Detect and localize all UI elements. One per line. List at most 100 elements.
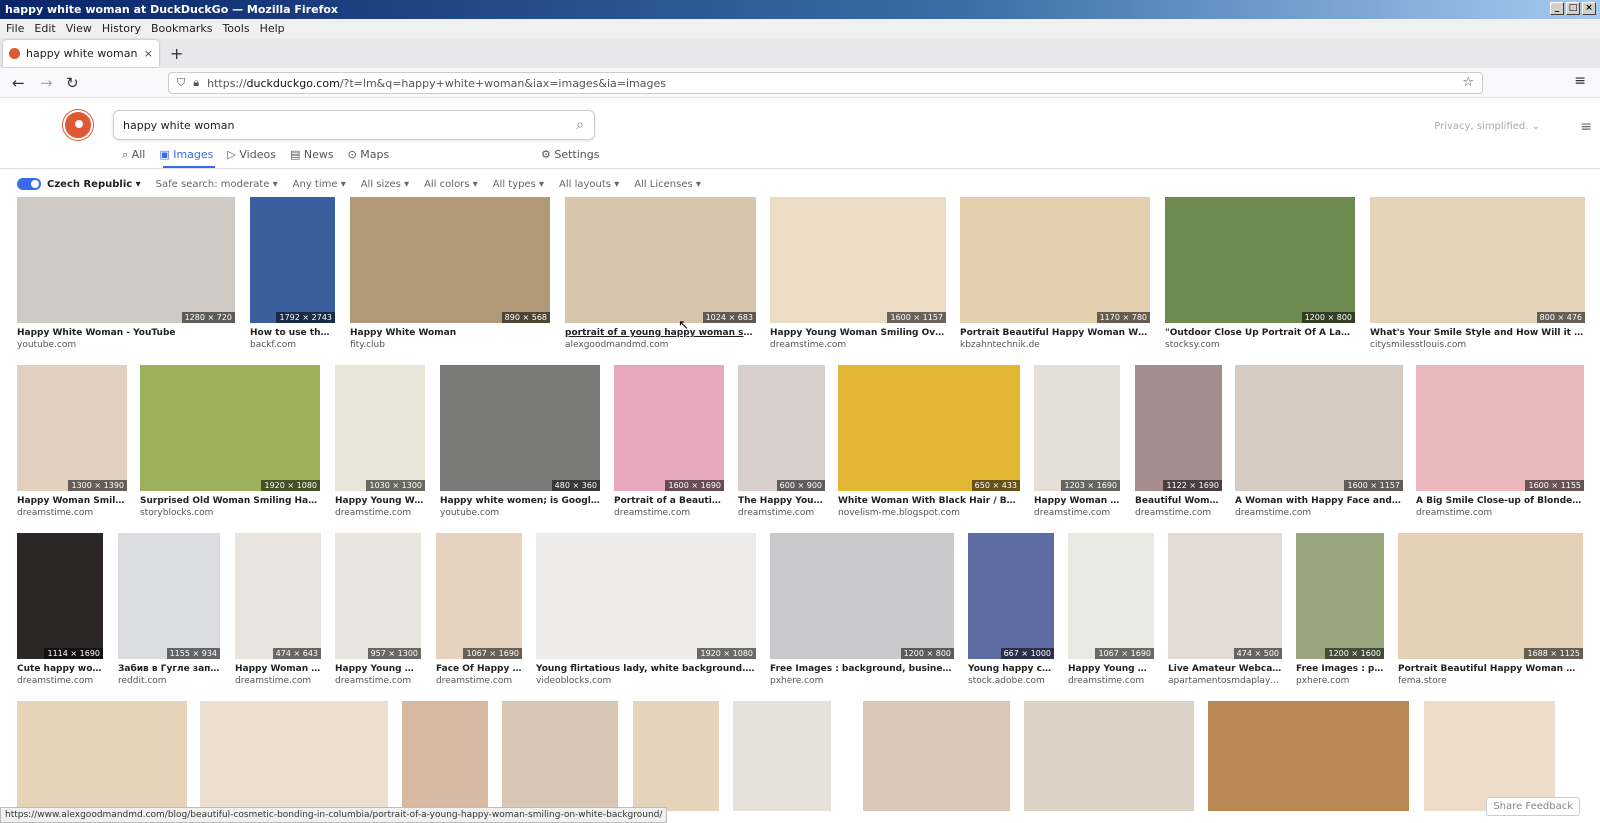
- result-thumbnail[interactable]: 1203 × 1690: [1034, 365, 1120, 491]
- image-result[interactable]: 650 × 433 White Woman With Black Hair / B…: [838, 365, 1020, 518]
- image-result[interactable]: 1067 × 1690 Face Of Happy Wo... dreamstime…: [436, 533, 522, 686]
- result-thumbnail[interactable]: 1200 × 800: [770, 533, 954, 659]
- result-source[interactable]: reddit.com: [118, 676, 220, 686]
- result-source[interactable]: apartamentosmdaplayadel...: [1168, 676, 1282, 686]
- shield-icon[interactable]: ⛉: [177, 76, 185, 90]
- image-result[interactable]: [17, 701, 187, 811]
- image-result[interactable]: 1300 × 1390 Happy Woman Smiling ... dreams…: [17, 365, 127, 518]
- result-title[interactable]: Happy Young Wo...: [335, 664, 421, 674]
- filter-layout[interactable]: All layouts ▾: [559, 179, 619, 190]
- result-thumbnail[interactable]: 1600 × 1690: [614, 365, 724, 491]
- filter-size[interactable]: All sizes ▾: [361, 179, 409, 190]
- image-result[interactable]: [1208, 701, 1409, 811]
- result-thumbnail[interactable]: 1200 × 800: [1165, 197, 1355, 323]
- url-bar[interactable]: ⛉ 🔒︎ https://duckduckgo.com/?t=lm&q=happ…: [168, 72, 1483, 94]
- duckduckgo-logo[interactable]: [63, 110, 93, 140]
- image-result[interactable]: 890 × 568 Happy White Woman fity.club: [350, 197, 550, 350]
- close-tab-icon[interactable]: ×: [144, 47, 153, 60]
- result-source[interactable]: novelism-me.blogspot.com: [838, 508, 1020, 518]
- back-arrow-icon[interactable]: ←: [12, 74, 25, 92]
- result-title[interactable]: White Woman With Black Hair / Best Clot.…: [838, 496, 1020, 506]
- menu-file[interactable]: File: [6, 22, 24, 35]
- result-source[interactable]: dreamstime.com: [770, 340, 946, 350]
- filter-time[interactable]: Any time ▾: [293, 179, 346, 190]
- region-toggle[interactable]: Czech Republic ▾: [17, 178, 141, 190]
- result-source[interactable]: storyblocks.com: [140, 508, 320, 518]
- result-thumbnail[interactable]: 480 × 360: [440, 365, 600, 491]
- result-thumbnail[interactable]: 1067 × 1690: [436, 533, 522, 659]
- result-source[interactable]: fema.store: [1398, 676, 1583, 686]
- image-result[interactable]: 1600 × 1155 A Big Smile Close-up of Blond…: [1416, 365, 1584, 518]
- result-thumbnail[interactable]: [863, 701, 1010, 811]
- image-result[interactable]: 1030 × 1300 Happy Young Wom... dreamstime.…: [335, 365, 425, 518]
- result-source[interactable]: dreamstime.com: [17, 508, 127, 518]
- maximize-button[interactable]: □: [1566, 2, 1580, 15]
- result-source[interactable]: dreamstime.com: [738, 508, 825, 518]
- result-title[interactable]: Забив в Гугле запро...: [118, 664, 220, 674]
- image-result[interactable]: 1203 × 1690 Happy Woman Por... dreamstime.…: [1034, 365, 1120, 518]
- result-source[interactable]: dreamstime.com: [436, 676, 522, 686]
- result-title[interactable]: Portrait of a Beautiful Yo...: [614, 496, 724, 506]
- menu-view[interactable]: View: [66, 22, 92, 35]
- result-title[interactable]: Face Of Happy Wo...: [436, 664, 522, 674]
- result-title[interactable]: Happy White Woman - YouTube: [17, 328, 235, 338]
- result-title[interactable]: Young happy coup...: [968, 664, 1054, 674]
- image-result[interactable]: [633, 701, 719, 811]
- image-result[interactable]: [863, 701, 1010, 811]
- result-title[interactable]: How to use the ST...: [250, 328, 335, 338]
- result-thumbnail[interactable]: 1067 × 1690: [1068, 533, 1154, 659]
- result-source[interactable]: kbzahntechnik.de: [960, 340, 1150, 350]
- result-title[interactable]: Beautiful Women ...: [1135, 496, 1222, 506]
- result-thumbnail[interactable]: 1920 × 1080: [536, 533, 756, 659]
- result-title[interactable]: Happy White Woman: [350, 328, 550, 338]
- menu-history[interactable]: History: [102, 22, 141, 35]
- image-result[interactable]: [502, 701, 618, 811]
- close-window-button[interactable]: ×: [1582, 2, 1596, 15]
- result-thumbnail[interactable]: [1024, 701, 1194, 811]
- result-source[interactable]: dreamstime.com: [1235, 508, 1403, 518]
- image-result[interactable]: 1688 × 1125 Portrait Beautiful Happy Woma…: [1398, 533, 1583, 686]
- image-result[interactable]: 1600 × 1690 Portrait of a Beautiful Yo...…: [614, 365, 724, 518]
- result-thumbnail[interactable]: 1155 × 934: [118, 533, 220, 659]
- result-thumbnail[interactable]: 600 × 900: [738, 365, 825, 491]
- result-thumbnail[interactable]: [402, 701, 488, 811]
- result-thumbnail[interactable]: 1600 × 1157: [770, 197, 946, 323]
- result-source[interactable]: videoblocks.com: [536, 676, 756, 686]
- result-source[interactable]: dreamstime.com: [1416, 508, 1584, 518]
- tab-all[interactable]: ⌕ All: [122, 148, 145, 162]
- result-source[interactable]: fity.club: [350, 340, 550, 350]
- image-result[interactable]: [1424, 701, 1555, 811]
- result-thumbnail[interactable]: 890 × 568: [350, 197, 550, 323]
- result-title[interactable]: Happy Young Wo...: [1068, 664, 1154, 674]
- result-source[interactable]: dreamstime.com: [1068, 676, 1154, 686]
- result-source[interactable]: citysmilesstlouis.com: [1370, 340, 1585, 350]
- image-result[interactable]: [733, 701, 831, 811]
- result-source[interactable]: pxhere.com: [770, 676, 954, 686]
- app-menu-icon[interactable]: ≡: [1574, 73, 1586, 89]
- image-result[interactable]: 1200 × 1600 Free Images : pers... pxhere.c…: [1296, 533, 1384, 686]
- image-result[interactable]: 474 × 643 Happy Woman Sm... dreamstime.com: [235, 533, 321, 686]
- image-result[interactable]: 1600 × 1157 A Woman with Happy Face and W…: [1235, 365, 1403, 518]
- result-title[interactable]: Live Amateur Webcam - I...: [1168, 664, 1282, 674]
- result-title[interactable]: Portrait Beautiful Happy Woman With Whi.…: [1398, 664, 1583, 674]
- result-thumbnail[interactable]: 1024 × 683: [565, 197, 756, 323]
- result-title[interactable]: What's Your Smile Style and How Will it …: [1370, 328, 1585, 338]
- result-thumbnail[interactable]: 474 × 500: [1168, 533, 1282, 659]
- result-title[interactable]: Happy Woman Sm...: [235, 664, 321, 674]
- image-result[interactable]: 1114 × 1690 Cute happy woma... dreamstime.…: [17, 533, 103, 686]
- image-result[interactable]: 667 × 1000 Young happy coup... stock.adobe…: [968, 533, 1054, 686]
- bookmark-star-icon[interactable]: ☆: [1462, 75, 1474, 90]
- result-title[interactable]: Free Images : background, business, pers…: [770, 664, 954, 674]
- result-thumbnail[interactable]: [1424, 701, 1555, 811]
- image-result[interactable]: 1600 × 1157 Happy Young Woman Smiling Ove…: [770, 197, 946, 350]
- image-result[interactable]: 1067 × 1690 Happy Young Wo... dreamstime.c…: [1068, 533, 1154, 686]
- tab-maps[interactable]: ⊙ Maps: [348, 148, 390, 162]
- result-thumbnail[interactable]: 1920 × 1080: [140, 365, 320, 491]
- image-result[interactable]: 1122 × 1690 Beautiful Women ... dreamstime…: [1135, 365, 1222, 518]
- search-input[interactable]: happy white woman ⌕: [113, 110, 595, 140]
- filter-type[interactable]: All types ▾: [493, 179, 544, 190]
- result-thumbnail[interactable]: 1792 × 2743: [250, 197, 335, 323]
- result-source[interactable]: dreamstime.com: [614, 508, 724, 518]
- forward-arrow-icon[interactable]: →: [40, 74, 53, 92]
- result-thumbnail[interactable]: 1200 × 1600: [1296, 533, 1384, 659]
